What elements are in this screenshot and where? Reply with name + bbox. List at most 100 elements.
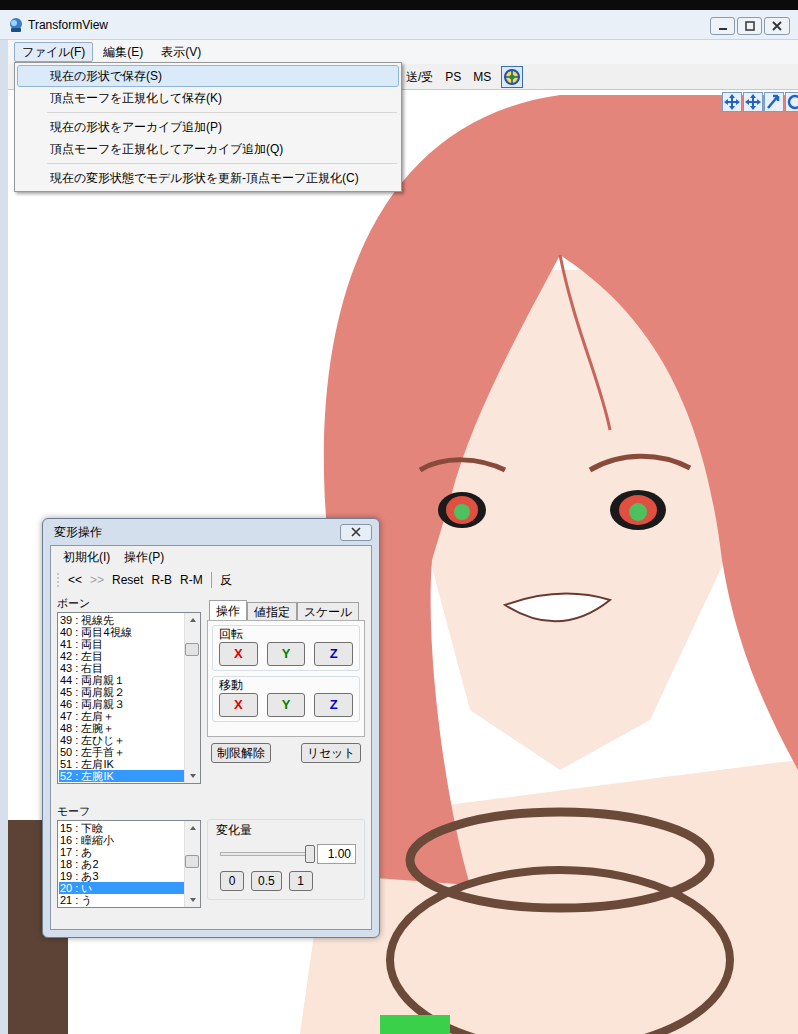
tab-panel: 回転XYZ移動XYZ — [207, 620, 365, 737]
action-button[interactable]: 制限解除 — [211, 743, 271, 763]
menu-item[interactable]: 初期化(I) — [57, 548, 116, 566]
toolbar-button[interactable]: PS — [443, 68, 463, 86]
move-model-icon[interactable] — [743, 92, 763, 112]
action-button[interactable]: リセット — [301, 743, 361, 763]
toolbar-button[interactable]: << — [68, 571, 82, 589]
menu-entry[interactable]: 現在の形状で保存(S) — [17, 65, 399, 87]
menu-entry[interactable]: 頂点モーフを正規化して保存(K) — [17, 87, 399, 109]
scroll-up-icon[interactable] — [185, 821, 201, 835]
list-item-label: 39 : 視線先 — [59, 614, 114, 626]
menu-item[interactable]: ファイル(F) — [14, 42, 93, 62]
slider-thumb[interactable] — [305, 845, 315, 863]
toolbar-button[interactable]: 反 — [220, 571, 232, 589]
close-icon[interactable] — [764, 17, 790, 35]
menu-entry-label: 現在の変形状態でモデル形状を更新-頂点モーフ正規化(C) — [50, 169, 359, 187]
menu-item[interactable]: 表示(V) — [153, 42, 209, 62]
list-item-label: 42 : 左目 — [59, 650, 103, 662]
scroll-up-icon[interactable] — [185, 613, 201, 627]
list-item[interactable]: 40 : 両目4視線 — [59, 626, 184, 638]
menu-item[interactable]: 操作(P) — [118, 548, 170, 566]
axis-label: X — [234, 644, 243, 664]
preset-button[interactable]: 1 — [289, 871, 313, 891]
toolbar-button[interactable]: R-M — [180, 571, 203, 589]
axis-button[interactable]: X — [219, 693, 258, 717]
preset-button[interactable]: 0.5 — [251, 871, 282, 891]
panel-title: 変形操作 — [54, 523, 102, 541]
list-item[interactable]: 20 : い — [59, 882, 184, 894]
menu-entry-label: 現在の形状をアーカイブ追加(P) — [50, 118, 222, 136]
list-item[interactable]: 50 : 左手首＋ — [59, 746, 184, 758]
menu-entry[interactable]: 現在の変形状態でモデル形状を更新-頂点モーフ正規化(C) — [17, 167, 399, 189]
list-item[interactable]: 43 : 右目 — [59, 662, 184, 674]
axis-label: X — [234, 695, 243, 715]
preset-button[interactable]: 0 — [220, 871, 244, 891]
tab[interactable]: スケール — [297, 602, 359, 620]
menu-entry[interactable]: 頂点モーフを正規化してアーカイブ追加(Q) — [17, 138, 399, 160]
list-item[interactable]: 17 : あ — [59, 846, 184, 858]
list-item[interactable]: 15 : 下瞼 — [59, 822, 184, 834]
axis-label: Y — [282, 695, 291, 715]
list-item[interactable]: 39 : 視線先 — [59, 614, 184, 626]
move-view-icon[interactable] — [722, 92, 742, 112]
tab-bar: 操作値指定スケール — [207, 600, 365, 620]
toolbar-button[interactable]: R-B — [151, 571, 172, 589]
minimize-icon[interactable] — [710, 17, 735, 35]
list-item[interactable]: 41 : 両目 — [59, 638, 184, 650]
menu-entry[interactable]: 現在の形状をアーカイブ追加(P) — [17, 116, 399, 138]
maximize-icon[interactable] — [737, 17, 762, 35]
list-item[interactable]: 45 : 両肩親２ — [59, 686, 184, 698]
list-item[interactable]: 46 : 両肩親３ — [59, 698, 184, 710]
axis-button[interactable]: X — [219, 642, 258, 666]
scroll-down-icon[interactable] — [185, 769, 201, 783]
list-item[interactable]: 49 : 左ひじ＋ — [59, 734, 184, 746]
list-item-label: 47 : 左肩＋ — [59, 710, 114, 722]
center-target-icon[interactable] — [501, 66, 523, 88]
amount-field[interactable]: 1.00 — [317, 844, 356, 864]
list-item-label: 46 : 両肩親３ — [59, 698, 125, 710]
menu-entry-label: 頂点モーフを正規化してアーカイブ追加(Q) — [50, 140, 283, 158]
bone-list[interactable]: 39 : 視線先40 : 両目4視線41 : 両目42 : 左目43 : 右目4… — [57, 612, 201, 784]
list-item[interactable]: 21 : う — [59, 894, 184, 906]
axis-button[interactable]: Z — [314, 642, 353, 666]
scrollbar[interactable] — [184, 613, 200, 783]
tab[interactable]: 操作 — [209, 600, 247, 620]
list-item[interactable]: 51 : 左肩IK — [59, 758, 184, 770]
tab[interactable]: 値指定 — [247, 602, 297, 620]
scroll-thumb[interactable] — [185, 643, 199, 656]
axis-button[interactable]: Y — [267, 642, 306, 666]
bone-label: ボーン — [57, 596, 201, 610]
rotate-view-icon[interactable] — [764, 92, 784, 112]
slider-track[interactable] — [220, 852, 311, 856]
list-item-label: 16 : 瞳縮小 — [59, 834, 114, 846]
list-item[interactable]: 48 : 左腕＋ — [59, 722, 184, 734]
menu-entry-label: 現在の形状で保存(S) — [50, 67, 162, 85]
list-item[interactable]: 42 : 左目 — [59, 650, 184, 662]
toolbar-button[interactable]: MS — [471, 68, 493, 86]
scroll-down-icon[interactable] — [185, 893, 201, 907]
amount-group: 変化量 1.00 0 0.5 1 — [207, 819, 365, 900]
list-item[interactable]: 19 : あ3 — [59, 870, 184, 882]
scroll-thumb[interactable] — [185, 855, 199, 868]
list-item[interactable]: 16 : 瞳縮小 — [59, 834, 184, 846]
axis-label: Z — [330, 644, 338, 664]
list-item-label: 43 : 右目 — [59, 662, 103, 674]
group-label: 変化量 — [216, 822, 356, 838]
list-item-label: 45 : 両肩親２ — [59, 686, 125, 698]
file-menu: 現在の形状で保存(S) 頂点モーフを正規化して保存(K) 現在の形状をアーカイブ追加… — [14, 62, 402, 192]
list-item[interactable]: 44 : 両肩親１ — [59, 674, 184, 686]
window-title: TransformView — [28, 16, 108, 34]
toolbar-button[interactable]: Reset — [112, 571, 143, 589]
axis-button[interactable]: Y — [267, 693, 306, 717]
list-item[interactable]: 52 : 左腕IK — [59, 770, 184, 782]
menu-item[interactable]: 編集(E) — [95, 42, 151, 62]
morph-label: モーフ — [57, 804, 201, 818]
list-item-label: 17 : あ — [59, 846, 92, 858]
morph-list[interactable]: 15 : 下瞼16 : 瞳縮小17 : あ18 : あ219 : あ320 : … — [57, 820, 201, 908]
list-item[interactable]: 47 : 左肩＋ — [59, 710, 184, 722]
zoom-view-icon[interactable] — [785, 92, 798, 112]
toolbar-button[interactable]: 送/受 — [404, 68, 435, 86]
axis-label: Y — [282, 644, 291, 664]
close-icon[interactable] — [340, 524, 372, 541]
list-item[interactable]: 18 : あ2 — [59, 858, 184, 870]
axis-button[interactable]: Z — [314, 693, 353, 717]
